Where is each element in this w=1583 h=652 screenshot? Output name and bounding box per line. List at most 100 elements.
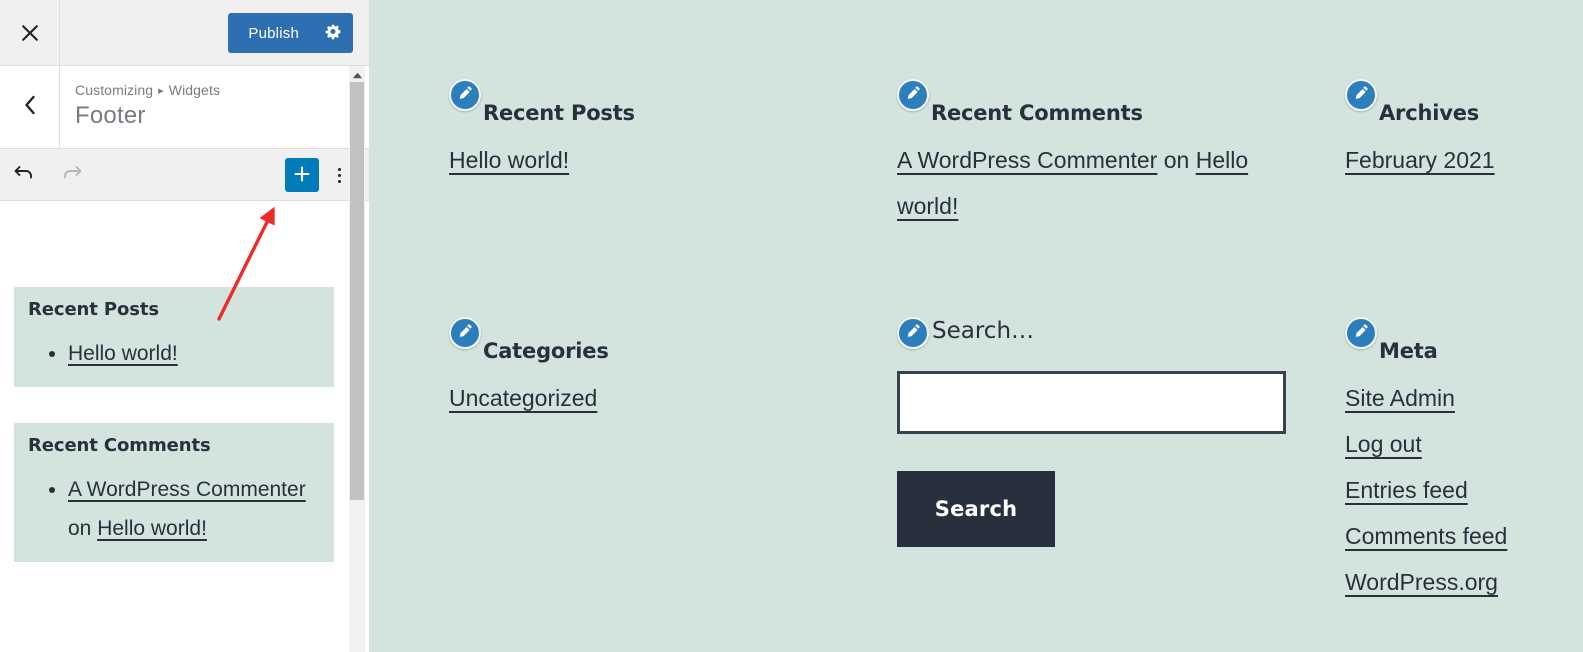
scrollbar-thumb[interactable] [350,82,364,500]
pencil-icon [905,85,921,106]
sidebar-link-hello-world-comment[interactable]: Hello world! [97,517,207,540]
add-block-button[interactable] [285,158,319,192]
edit-widget-button-recent-posts[interactable] [449,79,481,111]
widget-body: Site Admin Log out Entries feed Comments… [1345,377,1575,607]
edit-widget-button-categories[interactable] [449,317,481,349]
sidebar-link-commenter[interactable]: A WordPress Commenter [68,478,306,501]
preview-link-log-out[interactable]: Log out [1345,431,1422,457]
pencil-icon [457,85,473,106]
customizer-settings-button[interactable] [313,13,353,53]
preview-link-hello-world[interactable]: Hello world! [449,147,569,173]
edit-widget-button-archives[interactable] [1345,79,1377,111]
list-item: Entries feed [1345,469,1575,515]
search-input[interactable] [897,371,1286,434]
comment-connector-text: on [1157,147,1196,173]
chevron-left-icon [21,94,39,121]
list-item: Uncategorized [449,377,829,423]
breadcrumb-separator-icon: ▸ [158,85,164,97]
redo-button[interactable] [48,149,96,201]
block-toolbar [0,149,369,201]
list-item: WordPress.org [1345,561,1575,607]
page-title: Footer [75,102,146,129]
widget-title: Archives [1379,101,1480,125]
widget-title: Meta [1379,339,1438,363]
breadcrumb: Customizing ▸ Widgets [75,82,220,98]
list-item: Hello world! [68,334,320,373]
preview-link-site-admin[interactable]: Site Admin [1345,385,1455,411]
redo-icon [60,160,84,189]
edit-widget-button-meta[interactable] [1345,317,1377,349]
undo-button[interactable] [0,149,48,201]
widget-comment-list: A WordPress Commenter on Hello world! [897,139,1297,231]
close-customizer-button[interactable] [0,0,60,65]
list-item: Hello world! [449,139,829,185]
kebab-menu-icon [337,166,341,184]
widget-title: Recent Posts [483,101,635,125]
sidebar-widget-title: Recent Comments [28,435,211,456]
widget-title: Recent Comments [931,101,1143,125]
edit-widget-button-recent-comments[interactable] [897,79,929,111]
pencil-icon [1353,323,1369,344]
breadcrumb-section[interactable]: Widgets [169,82,220,98]
widget-body: A WordPress Commenter on Hello world! [897,139,1297,231]
pencil-icon [905,323,921,344]
customizer-sidebar: Publish Customizing ▸ Widgets Footer Rec… [0,0,370,652]
preview-link-comments-feed[interactable]: Comments feed [1345,523,1507,549]
preview-widget-recent-posts: Recent Posts Hello world! [449,79,829,185]
widget-link-list: Site Admin Log out Entries feed Comments… [1345,377,1575,607]
list-item: Comments feed [1345,515,1575,561]
publish-group: Publish [228,13,353,53]
list-item: A WordPress Commenter on Hello world! [68,470,320,548]
list-item: Site Admin [1345,377,1575,423]
customizer-screen: Publish Customizing ▸ Widgets Footer Rec… [0,0,1583,652]
search-widget-label: Search… [932,318,1035,344]
customizer-topbar: Publish [0,0,369,66]
breadcrumb-root[interactable]: Customizing [75,82,153,98]
sidebar-connector-text: on [68,517,98,540]
pencil-icon [457,323,473,344]
undo-icon [12,160,36,189]
sidebar-scrollbar[interactable] [349,66,365,652]
widget-header: Recent Posts [449,79,829,125]
widget-header: Archives [1345,79,1575,125]
preview-link-february-2021[interactable]: February 2021 [1345,147,1495,173]
list-item: A WordPress Commenter on Hello world! [897,139,1297,231]
preview-link-comment-author[interactable]: A WordPress Commenter [897,147,1157,173]
search-submit-button[interactable]: Search [897,471,1055,547]
widget-header: Recent Comments [897,79,1297,125]
widget-link-list: Hello world! [449,139,829,185]
widget-title: Categories [483,339,609,363]
site-preview: Recent Posts Hello world! Recent Comment… [370,0,1583,652]
widget-link-list: Uncategorized [449,377,829,423]
preview-link-wordpress-org[interactable]: WordPress.org [1345,569,1498,595]
sidebar-widget-recent-comments[interactable]: Recent Comments A WordPress Commenter on… [14,423,334,562]
preview-link-uncategorized[interactable]: Uncategorized [449,385,597,411]
gear-icon [325,23,342,43]
scroll-up-button[interactable] [349,68,365,82]
plus-icon [292,164,312,187]
widget-body: Uncategorized [449,377,829,423]
panel-back-button[interactable] [0,66,60,148]
widget-link-list: February 2021 [1345,139,1575,185]
widget-header: Categories [449,317,829,363]
widget-body: Hello world! [449,139,829,185]
widget-body: February 2021 [1345,139,1575,185]
sidebar-link-hello-world[interactable]: Hello world! [68,342,178,365]
preview-widget-categories: Categories Uncategorized [449,317,829,423]
preview-widget-archives: Archives February 2021 [1345,79,1575,185]
close-icon [20,23,40,43]
preview-link-entries-feed[interactable]: Entries feed [1345,477,1468,503]
list-item: Log out [1345,423,1575,469]
edit-widget-button-search[interactable] [897,317,929,349]
pencil-icon [1353,85,1369,106]
sidebar-widget-items: A WordPress Commenter on Hello world! [28,470,320,548]
widget-header: Search… [897,317,1317,349]
widget-header: Meta [1345,317,1575,363]
publish-button[interactable]: Publish [228,13,313,53]
footer-widget-grid: Recent Posts Hello world! Recent Comment… [370,0,1583,652]
block-toolbar-actions [285,149,359,201]
sidebar-widget-recent-posts[interactable]: Recent Posts Hello world! [14,287,334,387]
sidebar-widget-items: Hello world! [28,334,320,373]
list-item: February 2021 [1345,139,1575,185]
preview-widget-meta: Meta Site Admin Log out Entries feed Com… [1345,317,1575,607]
